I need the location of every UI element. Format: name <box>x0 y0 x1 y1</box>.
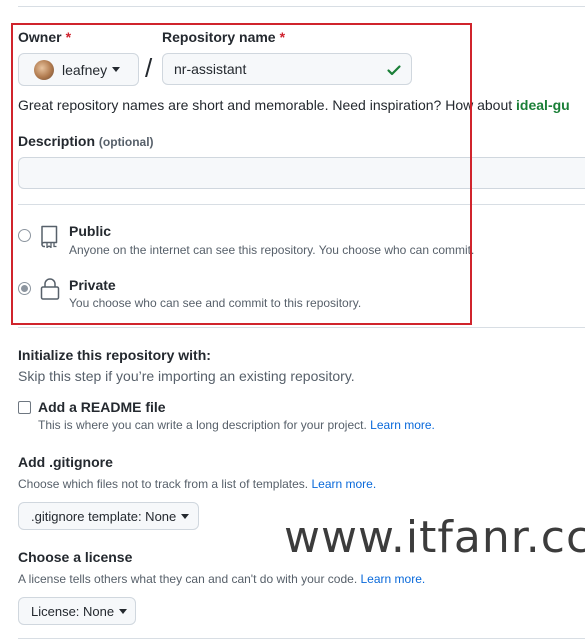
bottom-divider <box>18 638 585 639</box>
public-radio[interactable] <box>18 229 31 242</box>
owner-dropdown[interactable]: leafney <box>18 53 139 86</box>
name-hint: Great repository names are short and mem… <box>18 97 570 113</box>
chevron-down-icon <box>112 67 121 72</box>
repo-icon <box>41 225 58 248</box>
readme-learn-more-link[interactable]: Learn more. <box>370 418 435 432</box>
gitignore-learn-more-link[interactable]: Learn more. <box>311 477 376 491</box>
public-desc: Anyone on the internet can see this repo… <box>69 243 475 257</box>
license-label: License: None <box>31 603 115 619</box>
license-dropdown[interactable]: License: None <box>18 597 136 625</box>
readme-desc: This is where you can write a long descr… <box>38 418 435 432</box>
chevron-down-icon <box>119 608 128 614</box>
license-learn-more-link[interactable]: Learn more. <box>361 572 426 586</box>
watermark-text: www.itfanr.cc <box>284 512 585 563</box>
readme-checkbox[interactable] <box>18 401 31 414</box>
description-optional: (optional) <box>98 135 154 149</box>
license-title: Choose a license <box>18 549 133 565</box>
gitignore-title: Add .gitignore <box>18 454 113 470</box>
private-radio[interactable] <box>18 282 31 295</box>
owner-avatar <box>34 59 54 80</box>
init-subtitle: Skip this step if you’re importing an ex… <box>18 368 355 384</box>
description-input[interactable] <box>18 157 585 189</box>
init-title: Initialize this repository with: <box>18 347 211 363</box>
chevron-down-icon <box>181 513 190 519</box>
repo-name-required-mark: * <box>279 29 286 45</box>
owner-label: Owner * <box>18 29 72 45</box>
description-label: Description (optional) <box>18 133 154 149</box>
init-divider <box>18 327 585 328</box>
private-desc: You choose who can see and commit to thi… <box>69 296 362 310</box>
gitignore-template-label: .gitignore template: None <box>31 508 177 524</box>
public-title: Public <box>69 223 112 239</box>
gitignore-desc: Choose which files not to track from a l… <box>18 477 377 491</box>
repo-name-input[interactable]: nr-assistant <box>162 53 412 85</box>
check-icon <box>387 65 401 76</box>
readme-label[interactable]: Add a README file <box>38 399 166 415</box>
top-divider <box>18 6 585 7</box>
private-title: Private <box>69 277 116 293</box>
license-desc: A license tells others what they can and… <box>18 572 426 586</box>
gitignore-template-dropdown[interactable]: .gitignore template: None <box>18 502 199 530</box>
repo-name-value: nr-assistant <box>174 61 247 77</box>
owner-required-mark: * <box>65 29 72 45</box>
lock-icon <box>40 278 60 300</box>
repo-name-label: Repository name * <box>162 29 286 45</box>
owner-name: leafney <box>62 61 108 78</box>
name-suggestion-link[interactable]: ideal-gu <box>516 97 570 113</box>
visibility-divider <box>18 204 585 205</box>
owner-repo-separator: / <box>145 53 153 83</box>
